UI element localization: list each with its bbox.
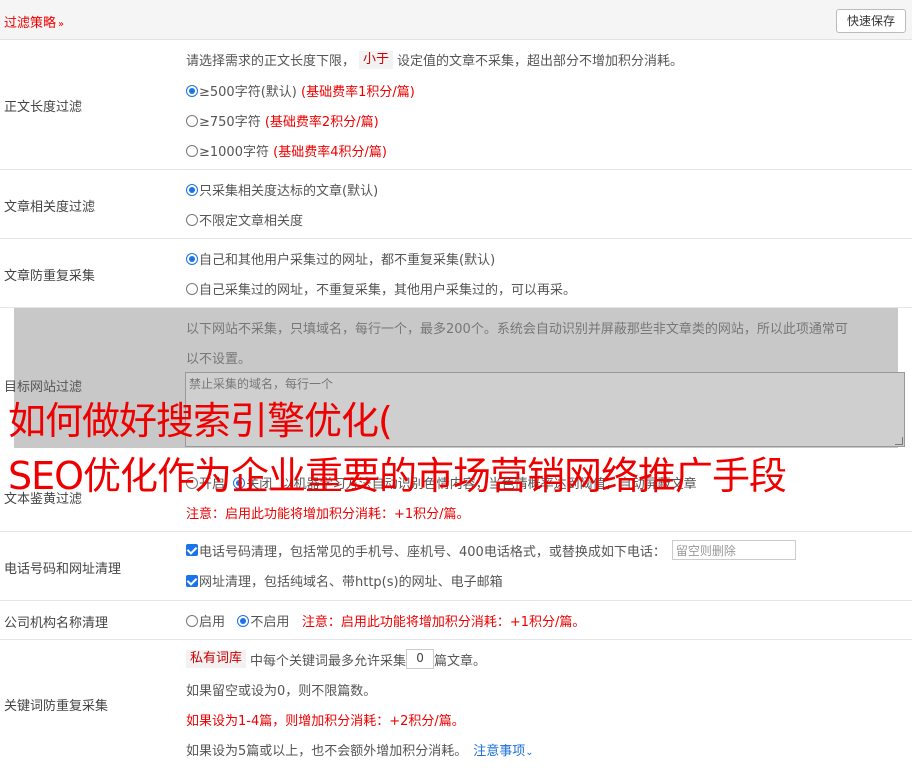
- keyword-dedupe-line3: 如果设为1-4篇，则增加积分消耗：+2积分/篇。: [186, 714, 465, 729]
- banner-line-1: 如何做好搜索引擎优化(: [8, 399, 393, 443]
- quick-save-button[interactable]: 快速保存: [836, 9, 906, 33]
- org-clean-options: 启用 不启用 注意：启用此功能将增加积分消耗：+1积分/篇。: [186, 611, 585, 630]
- keyword-dedupe-row: 关键词防重复采集 私有词库 中每个关键词最多允许采集 0 篇文章。 如果留空或设为0，…: [0, 640, 912, 768]
- notice-link[interactable]: 注意事项⌄: [473, 740, 533, 759]
- replacement-phone-input[interactable]: 留空则删除: [671, 540, 796, 560]
- radio-org-on[interactable]: [186, 614, 198, 627]
- line4-text: 如果设为5篇或以上，也不会额外增加积分消耗。: [186, 744, 468, 759]
- relevance-option-strict[interactable]: 只采集相关度达标的文章(默认): [186, 180, 378, 199]
- length-filter-desc: 请选择需求的正文长度下限， 小于 设定值的文章不采集，超出部分不增加积分消耗。: [186, 50, 683, 69]
- option-text: 自己采集过的网址，不重复采集，其他用户采集过的，可以再采。: [199, 283, 577, 298]
- private-lexicon-tag[interactable]: 私有词库: [186, 650, 247, 668]
- checkbox-phone-clean[interactable]: [186, 544, 198, 556]
- desc-suffix: 设定值的文章不采集，超出部分不增加积分消耗。: [397, 54, 684, 69]
- org-clean-row: 公司机构名称清理 启用 不启用 注意：启用此功能将增加积分消耗：+1积分/篇。: [0, 601, 912, 640]
- phone-clean-option[interactable]: 电话号码清理，包括常见的手机号、座机号、400电话格式，或替换成如下电话： 留空…: [186, 540, 796, 560]
- length-option-1000[interactable]: ≥1000字符 (基础费率4积分/篇): [186, 141, 387, 160]
- radio-dedupe-all[interactable]: [186, 252, 198, 265]
- url-clean-text: 网址清理，包括纯域名、带http(s)的网址、电子邮箱: [199, 575, 503, 590]
- filter-header: 过滤策略» 快速保存: [0, 0, 912, 40]
- resize-grip-icon[interactable]: [895, 437, 903, 445]
- option-text: ≥750字符: [199, 115, 261, 130]
- option-note: (基础费率2积分/篇): [264, 115, 379, 130]
- dedupe-option-all[interactable]: 自己和其他用户采集过的网址，都不重复采集(默认): [186, 249, 495, 268]
- chevron-down-icon: ⌄: [525, 747, 534, 758]
- option-text: ≥1000字符: [199, 145, 269, 160]
- option-note: (基础费率1积分/篇): [301, 85, 415, 100]
- textarea-placeholder: 禁止采集的域名，每行一个: [189, 377, 334, 391]
- option-on-text: 启用: [199, 615, 226, 630]
- site-filter-desc-1: 以下网站不采集，只填域名，每行一个，最多200个。系统会自动识别并屏蔽那些非文章…: [186, 322, 848, 337]
- option-text: 只采集相关度达标的文章(默认): [199, 184, 379, 199]
- keyword-dedupe-label: 关键词防重复采集: [4, 699, 109, 714]
- keyword-dedupe-line1: 私有词库 中每个关键词最多允许采集 0 篇文章。: [186, 649, 486, 669]
- option-text: ≥500字符(默认): [199, 85, 297, 100]
- double-chevron-down-icon: »: [58, 19, 65, 30]
- radio-relevance-strict[interactable]: [186, 183, 198, 196]
- radio-500[interactable]: [186, 84, 198, 97]
- dedupe-option-self[interactable]: 自己采集过的网址，不重复采集，其他用户采集过的，可以再采。: [186, 279, 576, 298]
- option-text: 不限定文章相关度: [199, 214, 304, 229]
- length-option-750[interactable]: ≥750字符 (基础费率2积分/篇): [186, 111, 379, 130]
- relevance-label: 文章相关度过滤: [4, 200, 96, 215]
- keyword-dedupe-line4: 如果设为5篇或以上，也不会额外增加积分消耗。 注意事项⌄: [186, 740, 534, 759]
- phone-clean-text: 电话号码清理，包括常见的手机号、座机号、400电话格式，或替换成如下电话：: [199, 544, 666, 560]
- org-clean-label: 公司机构名称清理: [4, 616, 109, 631]
- phone-clean-row: 电话号码和网址清理 电话号码清理，包括常见的手机号、座机号、400电话格式，或替…: [0, 532, 912, 601]
- keyword-dedupe-line2: 如果留空或设为0，则不限篇数。: [186, 684, 377, 699]
- site-filter-desc-2: 以不设置。: [186, 352, 252, 367]
- header-title: 过滤策略: [4, 16, 57, 31]
- checkbox-url-clean[interactable]: [186, 574, 198, 587]
- org-clean-note: 注意：启用此功能将增加积分消耗：+1积分/篇。: [301, 615, 586, 630]
- relevance-option-any[interactable]: 不限定文章相关度: [186, 210, 303, 229]
- max-articles-input[interactable]: 0: [406, 649, 435, 669]
- length-option-500[interactable]: ≥500字符(默认) (基础费率1积分/篇): [186, 81, 415, 100]
- phone-clean-label: 电话号码和网址清理: [4, 562, 122, 577]
- banner-line-2: SEO优化作为企业重要的市场营销网络推广手段: [8, 454, 787, 498]
- length-filter-row: 正文长度过滤 请选择需求的正文长度下限， 小于 设定值的文章不采集，超出部分不增加积…: [0, 40, 912, 170]
- desc-prefix: 请选择需求的正文长度下限，: [186, 54, 356, 69]
- radio-750[interactable]: [186, 114, 198, 127]
- dedupe-row: 文章防重复采集 自己和其他用户采集过的网址，都不重复采集(默认) 自己采集过的网…: [0, 239, 912, 308]
- radio-1000[interactable]: [186, 144, 198, 157]
- line1-text-a: 中每个关键词最多允许采集: [250, 653, 407, 669]
- option-off-text: 不启用: [250, 615, 290, 630]
- option-note: (基础费率4积分/篇): [273, 145, 387, 160]
- radio-dedupe-self[interactable]: [186, 282, 198, 295]
- url-clean-option[interactable]: 网址清理，包括纯域名、带http(s)的网址、电子邮箱: [186, 571, 503, 590]
- dedupe-label: 文章防重复采集: [4, 269, 96, 284]
- relevance-row: 文章相关度过滤 只采集相关度达标的文章(默认) 不限定文章相关度: [0, 170, 912, 239]
- filter-strategy-toggle[interactable]: 过滤策略»: [4, 12, 64, 31]
- text-check-note: 注意：启用此功能将增加积分消耗：+1积分/篇。: [186, 507, 470, 522]
- notice-link-text: 注意事项: [473, 744, 526, 759]
- less-than-tag: 小于: [359, 50, 394, 69]
- line1-text-b: 篇文章。: [434, 653, 487, 669]
- radio-relevance-any[interactable]: [186, 213, 198, 226]
- option-text: 自己和其他用户采集过的网址，都不重复采集(默认): [199, 253, 496, 268]
- length-filter-label: 正文长度过滤: [4, 100, 83, 115]
- radio-org-off[interactable]: [237, 614, 250, 627]
